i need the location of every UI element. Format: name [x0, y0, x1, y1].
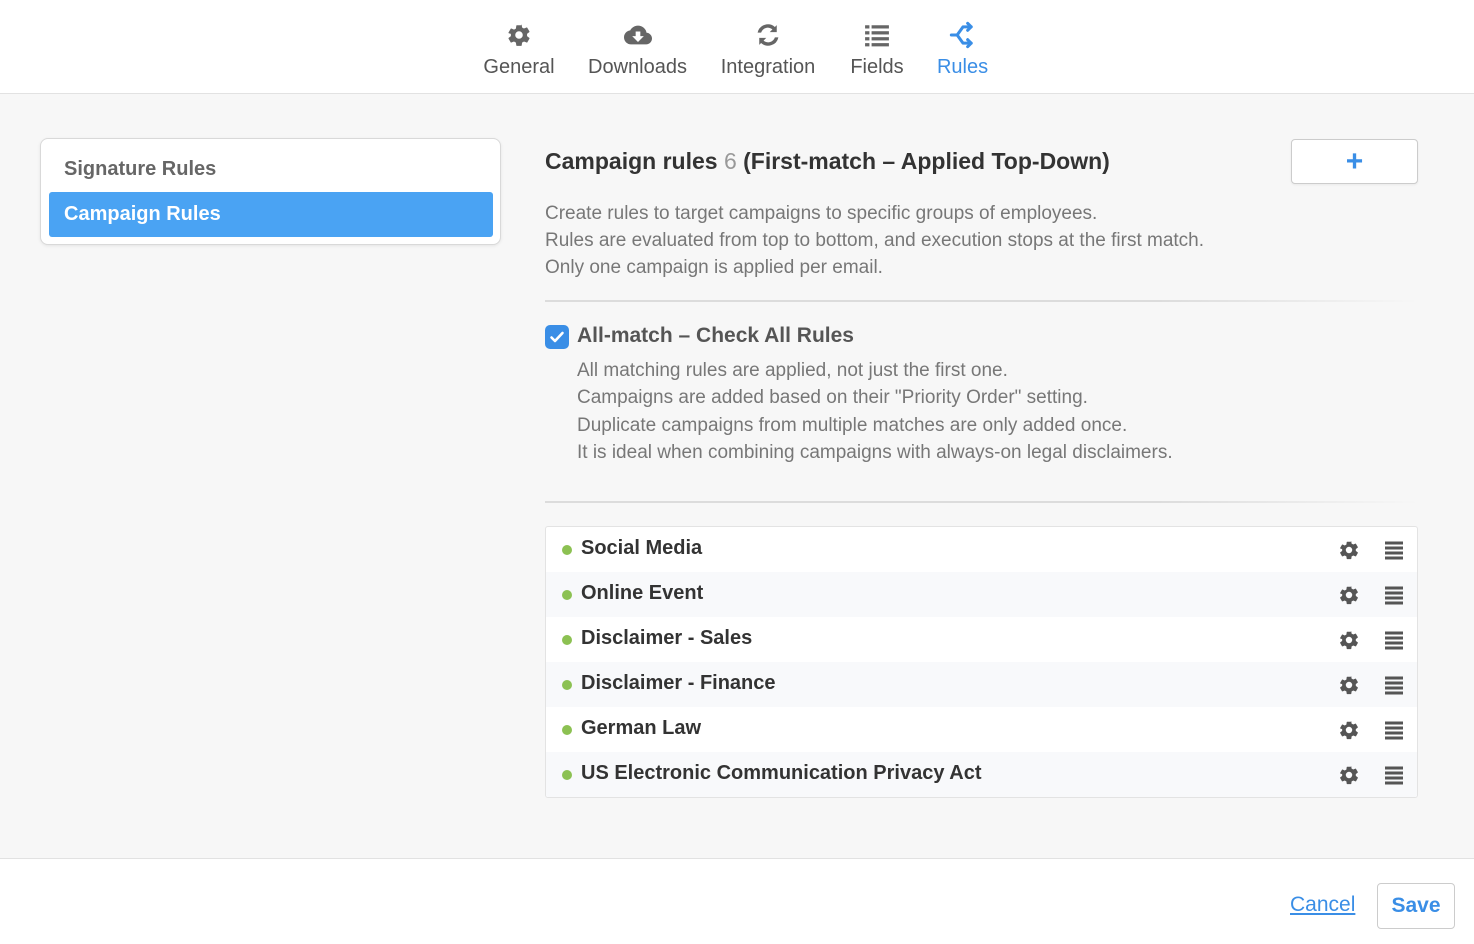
- drag-handle-icon[interactable]: [1384, 720, 1404, 740]
- settings-gear-icon[interactable]: [1338, 584, 1360, 606]
- rule-name: US Electronic Communication Privacy Act: [581, 762, 982, 784]
- list-icon: [862, 20, 892, 50]
- cloud-download-icon: [623, 20, 653, 50]
- rules-description: Create rules to target campaigns to spec…: [545, 200, 1204, 281]
- rule-row[interactable]: US Electronic Communication Privacy Act: [546, 752, 1417, 797]
- tab-general[interactable]: General: [483, 20, 555, 79]
- rule-name: German Law: [581, 717, 702, 739]
- tab-fields[interactable]: Fields: [850, 20, 904, 79]
- all-match-checkbox[interactable]: [545, 325, 569, 349]
- settings-tabs: General Downloads Integration Fields Rul…: [0, 0, 1474, 94]
- title-prefix: Campaign rules: [545, 148, 718, 174]
- tab-label: Integration: [720, 56, 816, 78]
- drag-handle-icon[interactable]: [1384, 765, 1404, 785]
- sidebar-item-campaign-rules[interactable]: Campaign Rules: [49, 192, 493, 237]
- sidebar-item-signature-rules[interactable]: Signature Rules: [49, 147, 493, 192]
- cancel-link[interactable]: Cancel: [1290, 893, 1355, 917]
- drag-handle-icon[interactable]: [1384, 585, 1404, 605]
- settings-gear-icon[interactable]: [1338, 719, 1360, 741]
- all-match-description: All matching rules are applied, not just…: [577, 357, 1173, 466]
- rule-row[interactable]: Disclaimer - Finance: [546, 662, 1417, 707]
- tab-label: General: [483, 56, 555, 78]
- rule-name: Disclaimer - Sales: [581, 627, 753, 649]
- description-line: Rules are evaluated from top to bottom, …: [545, 230, 1205, 251]
- status-dot: [562, 635, 572, 645]
- title-suffix: (First-match – Applied Top-Down): [743, 148, 1110, 174]
- rules-count: 6: [723, 148, 737, 174]
- description-line: Campaigns are added based on their "Prio…: [577, 387, 1088, 409]
- settings-gear-icon[interactable]: [1338, 629, 1360, 651]
- rules-sidebar: Signature Rules Campaign Rules: [40, 138, 501, 245]
- rule-name: Disclaimer - Finance: [581, 672, 776, 694]
- divider: [545, 300, 1418, 302]
- description-line: All matching rules are applied, not just…: [577, 360, 1008, 381]
- rule-name: Online Event: [581, 582, 704, 604]
- save-button[interactable]: Save: [1377, 883, 1455, 929]
- all-match-label[interactable]: All-match – Check All Rules: [577, 324, 854, 348]
- settings-gear-icon[interactable]: [1338, 674, 1360, 696]
- description-line: Only one campaign is applied per email.: [545, 257, 883, 278]
- settings-gear-icon[interactable]: [1338, 764, 1360, 786]
- gear-icon: [504, 20, 534, 50]
- dialog-footer: Cancel Save: [0, 858, 1474, 944]
- tab-downloads[interactable]: Downloads: [588, 20, 687, 79]
- tab-label: Fields: [850, 56, 904, 78]
- drag-handle-icon[interactable]: [1384, 675, 1404, 695]
- campaign-rules-list: Social Media Online Event Disclaimer - S…: [545, 526, 1418, 798]
- rule-row[interactable]: Social Media: [546, 527, 1417, 572]
- checkmark-icon: [550, 331, 564, 343]
- tab-label: Downloads: [588, 56, 687, 78]
- rule-row[interactable]: Disclaimer - Sales: [546, 617, 1417, 662]
- rule-name: Social Media: [581, 537, 703, 559]
- divider: [545, 501, 1418, 503]
- rule-row[interactable]: Online Event: [546, 572, 1417, 617]
- page-title: Campaign rules 6 (First-match – Applied …: [545, 148, 1110, 175]
- rule-row[interactable]: German Law: [546, 707, 1417, 752]
- settings-gear-icon[interactable]: [1338, 539, 1360, 561]
- plus-icon: +: [1345, 144, 1364, 178]
- description-line: Create rules to target campaigns to spec…: [545, 203, 1098, 224]
- refresh-icon: [753, 20, 783, 50]
- tab-label: Rules: [936, 56, 989, 78]
- description-line: It is ideal when combining campaigns wit…: [577, 441, 1173, 463]
- drag-handle-icon[interactable]: [1384, 540, 1404, 560]
- description-line: Duplicate campaigns from multiple matche…: [577, 414, 1128, 436]
- tab-integration[interactable]: Integration: [721, 20, 815, 79]
- drag-handle-icon[interactable]: [1384, 630, 1404, 650]
- branch-icon: [948, 20, 978, 50]
- status-dot: [562, 770, 572, 780]
- status-dot: [562, 725, 572, 735]
- add-rule-button[interactable]: +: [1291, 139, 1418, 184]
- status-dot: [562, 545, 572, 555]
- status-dot: [562, 680, 572, 690]
- tab-rules[interactable]: Rules: [936, 20, 989, 79]
- status-dot: [562, 590, 572, 600]
